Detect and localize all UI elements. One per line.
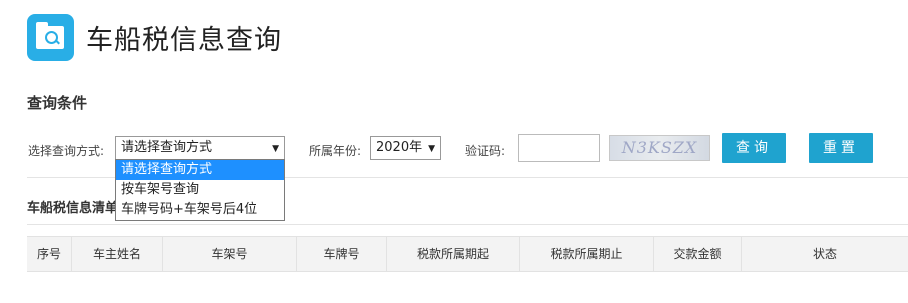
captcha-label: 验证码: bbox=[465, 144, 506, 158]
app-logo bbox=[27, 14, 74, 61]
reset-button[interactable]: 重置 bbox=[809, 133, 873, 163]
results-section-title: 车船税信息清单 bbox=[27, 201, 119, 216]
year-select-value: 2020年 bbox=[376, 140, 423, 155]
method-option[interactable]: 请选择查询方式 bbox=[116, 160, 284, 180]
column-header: 税款所属期起 bbox=[387, 237, 520, 271]
results-table-header: 序号 车主姓名 车架号 车牌号 税款所属期起 税款所属期止 交款金额 状态 bbox=[27, 236, 908, 272]
method-select[interactable]: 请选择查询方式 ▼ bbox=[115, 136, 285, 160]
method-dropdown-list: 请选择查询方式 按车架号查询 车牌号码+车架号后4位 bbox=[115, 159, 285, 221]
page-title: 车船税信息查询 bbox=[86, 25, 282, 56]
column-header: 交款金额 bbox=[654, 237, 742, 271]
column-header: 状态 bbox=[812, 247, 837, 261]
captcha-image[interactable]: N3KSZX bbox=[609, 135, 710, 161]
year-label: 所属年份: bbox=[309, 144, 362, 158]
method-option[interactable]: 车牌号码+车架号后4位 bbox=[116, 200, 284, 220]
column-header: 税款所属期止 bbox=[520, 237, 654, 271]
captcha-input[interactable] bbox=[518, 134, 600, 162]
method-select-value: 请选择查询方式 bbox=[121, 140, 213, 155]
query-section-title: 查询条件 bbox=[27, 94, 88, 112]
divider bbox=[27, 224, 908, 225]
column-header: 车架号 bbox=[163, 237, 297, 271]
year-select[interactable]: 2020年 ▼ bbox=[370, 136, 441, 160]
column-header: 序号 bbox=[27, 237, 72, 271]
folder-icon bbox=[36, 22, 64, 49]
dropdown-arrow-icon: ▼ bbox=[272, 144, 279, 154]
dropdown-arrow-icon: ▼ bbox=[428, 144, 435, 154]
column-header: 车主姓名 bbox=[72, 237, 163, 271]
query-button[interactable]: 查询 bbox=[722, 133, 786, 163]
method-label: 选择查询方式: bbox=[28, 144, 105, 158]
column-header: 车牌号 bbox=[297, 237, 387, 271]
method-option[interactable]: 按车架号查询 bbox=[116, 180, 284, 200]
